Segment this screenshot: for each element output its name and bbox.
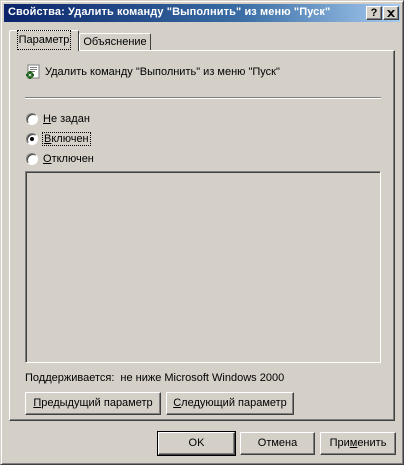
separator: [25, 97, 381, 99]
supported-on: Поддерживается: не ниже Microsoft Windows…: [25, 372, 284, 384]
window-title: Свойства: Удалить команду "Выполнить" из…: [8, 6, 331, 18]
radio-button[interactable]: [26, 133, 38, 145]
radio-disabled[interactable]: Отключен: [26, 151, 94, 167]
close-icon: [387, 10, 395, 17]
radio-disabled-label: Отключен: [43, 153, 94, 165]
policy-title: Удалить команду "Выполнить" из меню "Пус…: [45, 66, 280, 78]
radio-enabled[interactable]: Включен: [26, 131, 91, 147]
apply-button[interactable]: Применить: [320, 432, 396, 455]
ok-button[interactable]: OK: [157, 431, 236, 456]
tab-setting-label: Параметр: [16, 30, 72, 50]
supported-value: не ниже Microsoft Windows 2000: [120, 372, 285, 384]
policy-setting-icon: [26, 64, 40, 79]
setting-options-area: [25, 171, 381, 363]
radio-not-configured-label: Не задан: [43, 113, 90, 125]
tab-setting[interactable]: Параметр: [9, 30, 79, 51]
policy-header: Удалить команду "Выполнить" из меню "Пус…: [25, 63, 280, 81]
title-bar[interactable]: Свойства: Удалить команду "Выполнить" из…: [4, 4, 400, 22]
properties-dialog: Свойства: Удалить команду "Выполнить" из…: [0, 0, 404, 465]
help-button[interactable]: ?: [366, 6, 382, 20]
next-setting-button[interactable]: Следующий параметр: [166, 392, 294, 415]
tab-explain[interactable]: Объяснение: [79, 33, 151, 51]
previous-setting-button[interactable]: Предыдущий параметр: [25, 392, 161, 415]
close-button[interactable]: [383, 6, 399, 20]
radio-enabled-label: Включен: [42, 132, 91, 146]
tab-explain-label: Объяснение: [83, 36, 147, 48]
cancel-button[interactable]: Отмена: [240, 432, 315, 455]
radio-not-configured[interactable]: Не задан: [26, 111, 90, 127]
radio-button[interactable]: [26, 153, 38, 165]
supported-label: Поддерживается:: [25, 372, 115, 384]
radio-button[interactable]: [26, 113, 38, 125]
